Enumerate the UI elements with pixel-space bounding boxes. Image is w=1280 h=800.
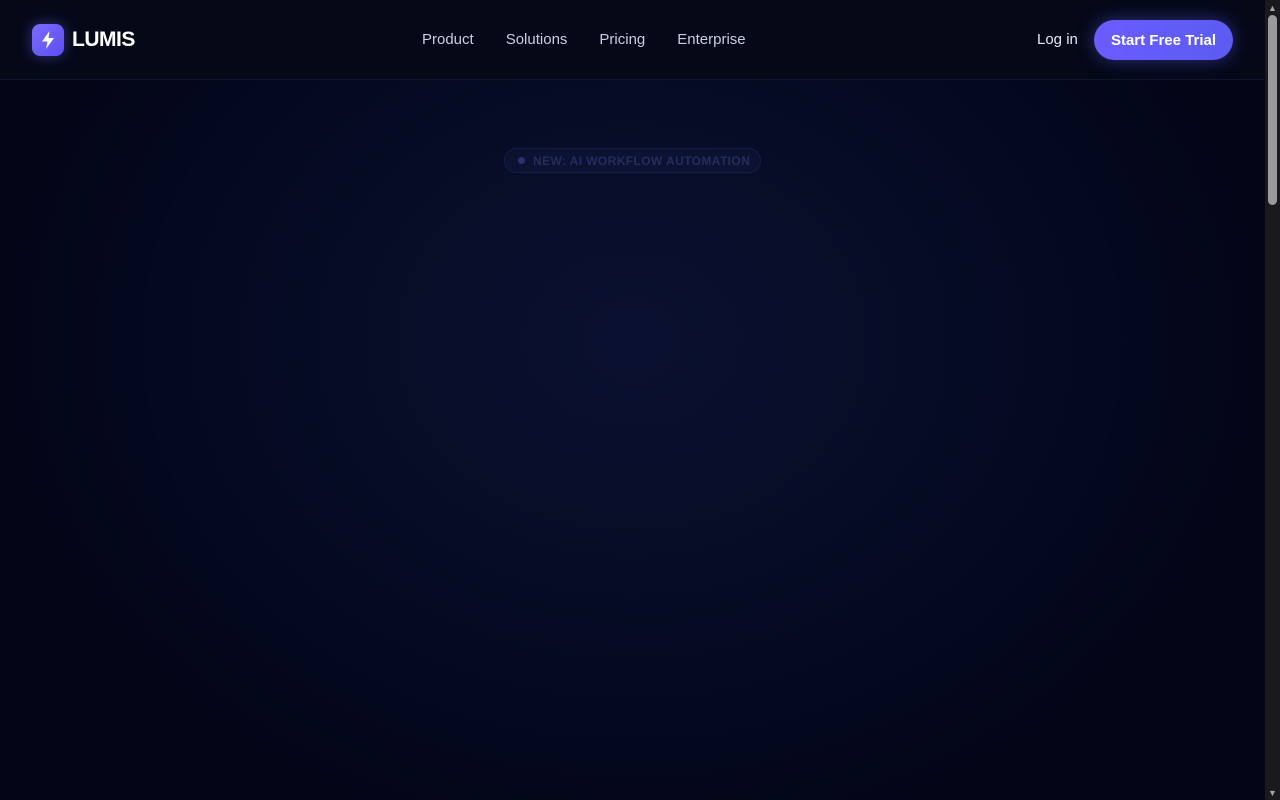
announcement-badge[interactable]: NEW: AI WORKFLOW AUTOMATION — [504, 148, 761, 173]
nav-link-product[interactable]: Product — [422, 30, 474, 50]
scrollbar-thumb[interactable] — [1268, 15, 1277, 205]
start-free-trial-button[interactable]: Start Free Trial — [1094, 20, 1233, 60]
vertical-scrollbar[interactable]: ▲ ▼ — [1265, 0, 1280, 800]
badge-dot-icon — [518, 157, 525, 164]
login-link[interactable]: Log in — [1037, 30, 1078, 50]
scroll-up-arrow-icon[interactable]: ▲ — [1265, 0, 1280, 15]
brand-logo[interactable]: LUMIS — [32, 24, 135, 56]
scroll-down-arrow-icon[interactable]: ▼ — [1265, 785, 1280, 800]
top-navbar: LUMIS Product Solutions Pricing Enterpri… — [0, 0, 1265, 80]
brand-name: LUMIS — [72, 28, 135, 51]
nav-link-solutions[interactable]: Solutions — [506, 30, 568, 50]
page: LUMIS Product Solutions Pricing Enterpri… — [0, 0, 1265, 800]
main-nav: Product Solutions Pricing Enterprise — [422, 30, 746, 50]
nav-link-enterprise[interactable]: Enterprise — [677, 30, 745, 50]
badge-text: NEW: AI WORKFLOW AUTOMATION — [533, 153, 751, 168]
lightning-bolt-icon — [32, 24, 64, 56]
nav-link-pricing[interactable]: Pricing — [599, 30, 645, 50]
